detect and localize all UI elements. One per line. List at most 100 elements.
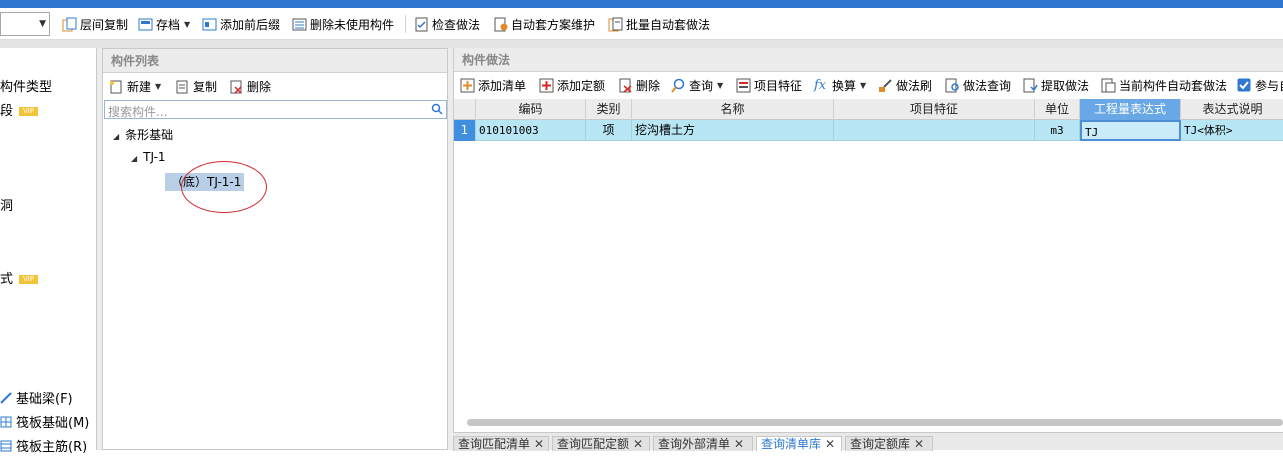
close-icon[interactable]: ✕ xyxy=(633,437,643,451)
header-feature[interactable]: 项目特征 xyxy=(834,99,1035,120)
close-icon[interactable]: ✕ xyxy=(914,437,924,451)
copy-floors-button[interactable]: 层间复制 xyxy=(62,15,128,33)
close-icon[interactable]: ✕ xyxy=(825,437,835,451)
cell-unit[interactable]: m3 xyxy=(1035,120,1080,141)
archive-label: 存档 xyxy=(156,17,181,32)
prefix-suffix-icon xyxy=(202,17,217,32)
cell-category[interactable]: 项 xyxy=(586,120,632,141)
chevron-down-icon: ▼ xyxy=(717,81,724,90)
header-name[interactable]: 名称 xyxy=(632,99,834,120)
participate-checkbox[interactable]: 参与自 xyxy=(1237,77,1283,94)
add-prefix-suffix-button[interactable]: 添加前后缀 xyxy=(202,15,280,33)
tree-item-label: 段 xyxy=(0,104,14,119)
conversion-button[interactable]: fx 换算 ▼ xyxy=(814,77,866,94)
auto-plan-button[interactable]: 自动套方案维护 xyxy=(493,15,595,33)
toolbar-divider xyxy=(405,15,406,33)
new-button[interactable]: 新建 ▼ xyxy=(109,78,161,95)
copy-label: 复制 xyxy=(193,80,218,94)
component-type-label: 构件类型 xyxy=(0,80,53,95)
tab-query-bill-library[interactable]: 查询清单库 ✕ xyxy=(756,436,842,451)
tree-item-raft-foundation[interactable]: 筏板基础(M) xyxy=(0,412,89,431)
header-unit[interactable]: 单位 xyxy=(1035,99,1080,120)
add-prefix-suffix-label: 添加前后缀 xyxy=(220,17,281,32)
check-method-button[interactable]: 检查做法 xyxy=(414,15,480,33)
auto-apply-current-button[interactable]: 当前构件自动套做法 xyxy=(1101,77,1227,94)
project-feature-button[interactable]: 项目特征 xyxy=(736,77,802,94)
table-row[interactable]: 1 010101003 项 挖沟槽土方 m3 TJ TJ<体积> xyxy=(454,120,1283,141)
panel-title: 构件做法 xyxy=(454,48,1283,72)
close-icon[interactable]: ✕ xyxy=(734,437,744,451)
search-icon xyxy=(671,78,686,93)
add-bill-icon xyxy=(460,78,475,93)
tree-node-strip-foundation[interactable]: ◢ 条形基础 xyxy=(113,126,173,143)
annotation-circle xyxy=(181,161,267,213)
header-category[interactable]: 类别 xyxy=(586,99,632,120)
tree-item-raft-main-rebar[interactable]: 筏板主筋(R) xyxy=(0,436,87,455)
close-icon[interactable]: ✕ xyxy=(534,437,544,451)
raft-foundation-icon xyxy=(0,416,12,428)
method-toolbar: 添加清单 添加定额 删除 查询 ▼ 项目特征 fx 换算 ▼ 做法刷 做法查询 提取做… xyxy=(454,72,1283,98)
row-number[interactable]: 1 xyxy=(454,120,476,141)
expand-icon[interactable]: ◢ xyxy=(113,132,119,141)
auto-apply-icon xyxy=(1101,78,1116,93)
chevron-down-icon: ▼ xyxy=(184,19,191,29)
method-query-label: 做法查询 xyxy=(963,79,1012,93)
method-brush-button[interactable]: 做法刷 xyxy=(878,77,932,94)
delete-unused-button[interactable]: 删除未使用构件 xyxy=(292,15,394,33)
copy-icon xyxy=(175,80,189,94)
expand-icon[interactable]: ◢ xyxy=(131,154,137,163)
delete-button[interactable]: 删除 xyxy=(229,78,271,95)
cell-name[interactable]: 挖沟槽土方 xyxy=(632,120,834,141)
tree-item-foundation-beam[interactable]: 基础梁(F) xyxy=(0,388,73,407)
header-expression-desc[interactable]: 表达式说明 xyxy=(1181,99,1283,120)
vip-badge: VIP xyxy=(19,275,39,284)
delete-unused-label: 删除未使用构件 xyxy=(310,17,395,32)
tree-item[interactable]: 洞 xyxy=(0,195,13,214)
component-list-toolbar: 新建 ▼ 复制 删除 xyxy=(103,73,447,99)
tree-node-tj1[interactable]: ◢ TJ-1 xyxy=(131,150,166,164)
delete-icon xyxy=(229,80,243,94)
method-query-button[interactable]: 做法查询 xyxy=(945,77,1011,94)
tab-query-quota-library[interactable]: 查询定额库 ✕ xyxy=(845,436,933,451)
cell-expression-desc[interactable]: TJ<体积> xyxy=(1181,120,1283,141)
add-bill-button[interactable]: 添加清单 xyxy=(460,77,526,94)
component-list-panel: 构件列表 新建 ▼ 复制 删除 搜索构件... ◢ 条形基础 ◢ TJ-1 （底）TJ… xyxy=(102,48,448,450)
copy-floors-icon xyxy=(62,17,77,32)
extract-method-button[interactable]: 提取做法 xyxy=(1023,77,1089,94)
method-brush-label: 做法刷 xyxy=(896,79,933,93)
brush-icon xyxy=(878,78,893,93)
batch-auto-button[interactable]: 批量自动套做法 xyxy=(608,15,710,33)
search-icon[interactable] xyxy=(431,103,443,118)
main-toolbar: ▼ 层间复制 存档 ▼ 添加前后缀 删除未使用构件 检查做法 自动套方案维护 批量… xyxy=(0,8,1283,40)
copy-button[interactable]: 复制 xyxy=(175,78,217,95)
table-header: 编码 类别 名称 项目特征 单位 工程量表达式 表达式说明 xyxy=(454,99,1283,120)
panel-title: 构件列表 xyxy=(103,49,447,73)
search-input[interactable]: 搜索构件... xyxy=(104,100,447,119)
horizontal-scrollbar[interactable] xyxy=(467,419,1283,426)
header-code[interactable]: 编码 xyxy=(476,99,586,120)
delete-method-button[interactable]: 删除 xyxy=(618,77,660,94)
tree-item[interactable]: 式 VIP xyxy=(0,268,39,287)
participate-label: 参与自 xyxy=(1255,79,1283,93)
tab-label: 查询匹配定额 xyxy=(557,437,630,451)
checkbox-checked-icon[interactable] xyxy=(1237,78,1252,93)
add-quota-button[interactable]: 添加定额 xyxy=(539,77,605,94)
query-button[interactable]: 查询 ▼ xyxy=(671,77,723,94)
archive-button[interactable]: 存档 ▼ xyxy=(138,15,190,33)
auto-plan-label: 自动套方案维护 xyxy=(511,17,596,32)
tab-query-matching-bill[interactable]: 查询匹配清单 ✕ xyxy=(453,436,549,451)
tree-item[interactable]: 段 VIP xyxy=(0,100,39,119)
cell-expression[interactable]: TJ xyxy=(1080,120,1181,141)
chevron-down-icon: ▼ xyxy=(39,19,46,29)
header-expression[interactable]: 工程量表达式 xyxy=(1080,99,1181,120)
cell-feature[interactable] xyxy=(834,120,1035,141)
auto-apply-current-label: 当前构件自动套做法 xyxy=(1119,79,1228,93)
cell-code[interactable]: 010101003 xyxy=(476,120,586,141)
tab-query-external-bill[interactable]: 查询外部清单 ✕ xyxy=(653,436,753,451)
tab-query-matching-quota[interactable]: 查询匹配定额 ✕ xyxy=(552,436,650,451)
function-icon: fx xyxy=(814,78,827,93)
conversion-label: 换算 xyxy=(832,79,857,93)
floor-select[interactable]: ▼ xyxy=(0,12,50,36)
project-feature-label: 项目特征 xyxy=(754,79,803,93)
query-label: 查询 xyxy=(689,79,714,93)
